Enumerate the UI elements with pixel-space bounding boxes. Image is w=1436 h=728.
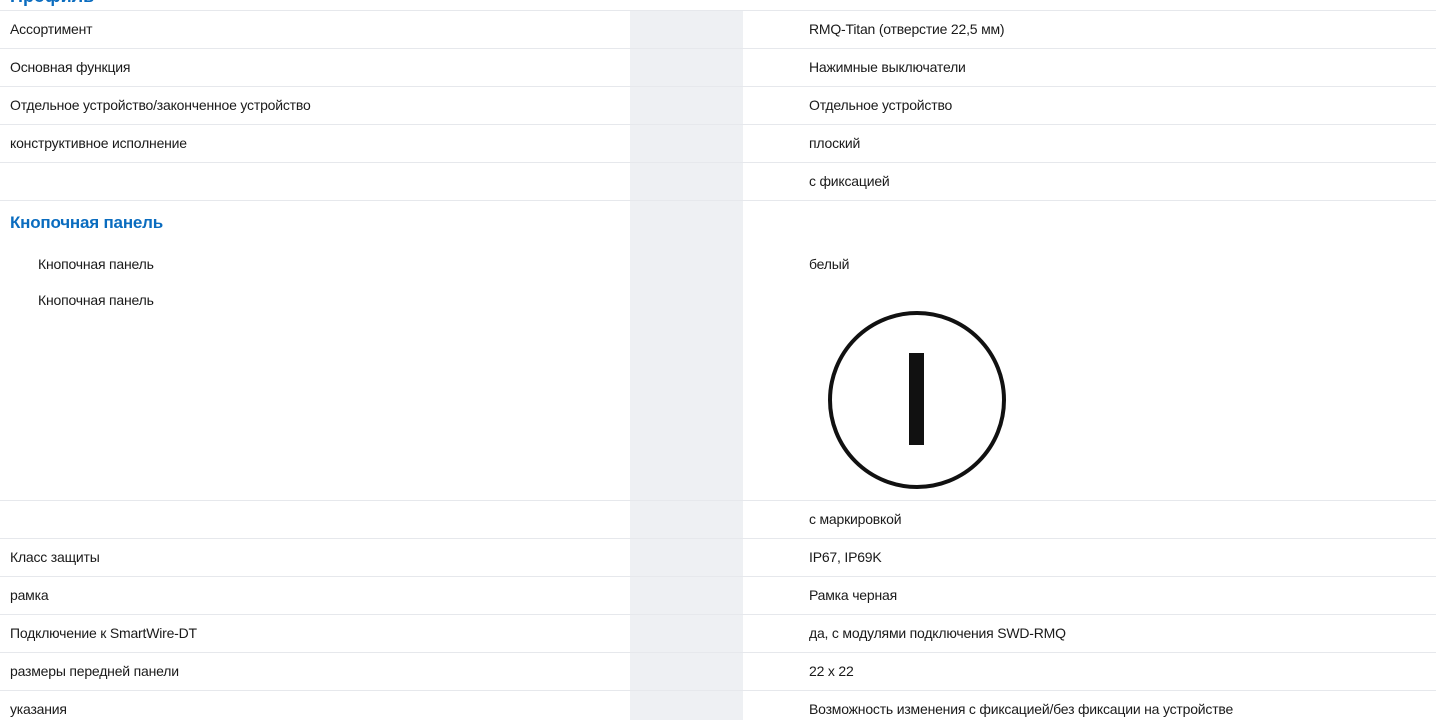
page-section-heading: Профиль	[10, 0, 94, 9]
row-value: Отдельное устройство	[809, 97, 953, 113]
section-heading-row: Кнопочная панель	[0, 200, 1436, 244]
spec-table: Ассортимент RMQ-Titan (отверстие 22,5 мм…	[0, 10, 1436, 728]
table-row: Подключение к SmartWire-DT да, с модулям…	[0, 614, 1436, 652]
power-on-I-icon	[822, 305, 1012, 495]
table-row: конструктивное исполнение плоский	[0, 124, 1436, 162]
row-value: Возможность изменения с фиксацией/без фи…	[809, 701, 1234, 717]
table-row: Кнопочная панель белый	[0, 244, 1436, 286]
table-row: Кнопочная панель	[0, 286, 1436, 500]
table-row: Основная функция Нажимные выключатели	[0, 48, 1436, 86]
row-value: RMQ-Titan (отверстие 22,5 мм)	[809, 21, 1005, 37]
row-value: Рамка черная	[809, 587, 897, 603]
row-label: Подключение к SmartWire-DT	[10, 625, 197, 641]
table-row: Ассортимент RMQ-Titan (отверстие 22,5 мм…	[0, 10, 1436, 48]
row-value: белый	[809, 256, 850, 272]
row-value: да, с модулями подключения SWD-RMQ	[809, 625, 1066, 641]
row-label: Ассортимент	[10, 21, 93, 37]
table-row: Отдельное устройство/законченное устройс…	[0, 86, 1436, 124]
row-value: 22 x 22	[809, 663, 854, 679]
table-row: размеры передней панели 22 x 22	[0, 652, 1436, 690]
row-label: Кнопочная панель	[38, 292, 154, 308]
row-label: Кнопочная панель	[38, 256, 154, 272]
row-label: рамка	[10, 587, 49, 603]
row-value: плоский	[809, 135, 861, 151]
row-value: Нажимные выключатели	[809, 59, 966, 75]
row-value: IP67, IP69K	[809, 549, 882, 565]
table-row: рамка Рамка черная	[0, 576, 1436, 614]
section-heading: Кнопочная панель	[10, 213, 163, 232]
row-label: Класс защиты	[10, 549, 100, 565]
row-label: размеры передней панели	[10, 663, 179, 679]
row-label: Основная функция	[10, 59, 131, 75]
row-value: с маркировкой	[809, 511, 902, 527]
table-row: с фиксацией	[0, 162, 1436, 200]
table-row: указания Возможность изменения с фиксаци…	[0, 690, 1436, 728]
table-row: с маркировкой	[0, 500, 1436, 538]
table-row: Класс защиты IP67, IP69K	[0, 538, 1436, 576]
row-label: конструктивное исполнение	[10, 135, 187, 151]
row-value: с фиксацией	[809, 173, 890, 189]
row-label: Отдельное устройство/законченное устройс…	[10, 97, 311, 113]
row-label: указания	[10, 701, 67, 717]
